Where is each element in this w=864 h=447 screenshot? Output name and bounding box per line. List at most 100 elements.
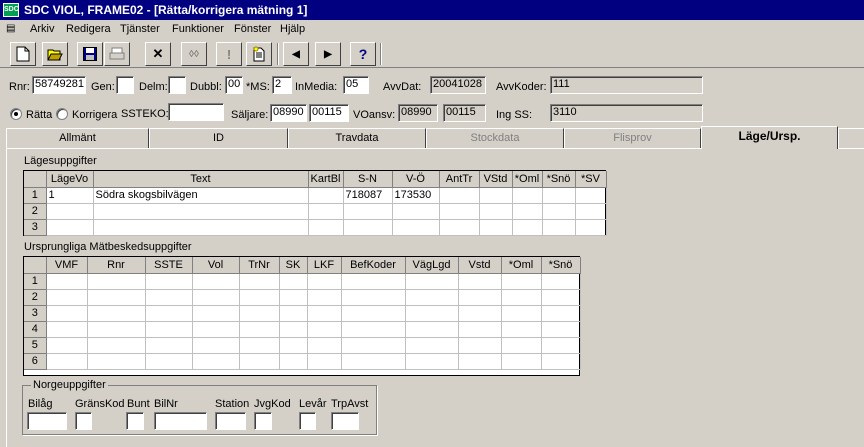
ursp-cell[interactable] (87, 353, 146, 370)
ursp-row-header[interactable]: 2 (24, 289, 47, 306)
ursp-cell[interactable] (501, 321, 542, 338)
ursp-cell[interactable] (307, 305, 342, 322)
saljare-field-2[interactable]: 00115 (309, 104, 349, 122)
bunt-field[interactable] (126, 412, 144, 430)
find-icon[interactable]: ◊◊ (181, 42, 207, 66)
ursp-cell[interactable] (87, 337, 146, 354)
ursp-cell[interactable] (307, 321, 342, 338)
ursp-row[interactable]: 6 (24, 353, 581, 370)
lage-cell[interactable] (46, 219, 94, 236)
ursp-col-trnr[interactable]: TrNr (239, 257, 280, 274)
lage-col-vo[interactable]: V-Ö (392, 171, 440, 188)
lage-cell[interactable] (392, 219, 440, 236)
ursp-cell[interactable] (46, 273, 88, 290)
ursp-cell[interactable] (87, 305, 146, 322)
ursp-cell[interactable] (145, 289, 193, 306)
ursp-col-sno[interactable]: *Snö (541, 257, 581, 274)
ursp-cell[interactable] (341, 337, 406, 354)
ursp-cell[interactable] (279, 289, 308, 306)
tab-id[interactable]: ID (149, 128, 288, 148)
ursp-cell[interactable] (192, 289, 240, 306)
bilag-field[interactable] (27, 412, 67, 430)
ursp-cell[interactable] (46, 321, 88, 338)
ursp-cell[interactable] (279, 353, 308, 370)
ursp-cell[interactable] (458, 305, 502, 322)
ursp-cell[interactable] (405, 273, 459, 290)
ursp-cell[interactable] (192, 321, 240, 338)
lage-col-sv[interactable]: *SV (575, 171, 607, 188)
lage-col-oml[interactable]: *Oml (512, 171, 543, 188)
dubbl-field[interactable]: 00 (225, 76, 243, 94)
granskod-field[interactable] (75, 412, 92, 430)
ursp-cell[interactable] (458, 289, 502, 306)
tab-allmant[interactable]: Allmänt (6, 128, 149, 148)
station-field[interactable] (215, 412, 246, 430)
lage-cell[interactable] (308, 203, 344, 220)
tab-overflow[interactable] (838, 128, 864, 148)
ursp-cell[interactable] (341, 289, 406, 306)
lage-cell[interactable] (46, 203, 94, 220)
saljare-field-1[interactable]: 08990 (270, 104, 307, 122)
lage-cell[interactable]: 1 (46, 187, 94, 204)
ursp-cell[interactable] (405, 305, 459, 322)
ursp-cell[interactable] (87, 289, 146, 306)
lage-cell[interactable] (575, 187, 607, 204)
ursp-cell[interactable] (405, 337, 459, 354)
lage-cell[interactable] (575, 219, 607, 236)
ursp-cell[interactable] (307, 337, 342, 354)
ursp-cell[interactable] (192, 337, 240, 354)
ursp-cell[interactable] (501, 337, 542, 354)
ursp-row-header[interactable]: 5 (24, 337, 47, 354)
ursp-row-header[interactable]: 1 (24, 273, 47, 290)
ursp-cell[interactable] (279, 305, 308, 322)
ursp-cell[interactable] (239, 305, 280, 322)
ursp-row[interactable]: 1 (24, 273, 581, 290)
close-x-icon[interactable]: ✕ (145, 42, 171, 66)
lage-cell[interactable] (542, 203, 576, 220)
ursp-cell[interactable] (307, 289, 342, 306)
lage-cell[interactable] (439, 219, 480, 236)
lage-cell[interactable] (439, 203, 480, 220)
lage-col-vstd[interactable]: VStd (479, 171, 513, 188)
lage-cell[interactable]: 173530 (392, 187, 440, 204)
menu-redigera[interactable]: Redigera (66, 23, 111, 35)
ursp-cell[interactable] (405, 353, 459, 370)
ursp-cell[interactable] (46, 353, 88, 370)
lage-cell[interactable] (512, 219, 543, 236)
ursp-col-vstd[interactable]: Vstd (458, 257, 502, 274)
lage-cell[interactable] (542, 187, 576, 204)
ms-field[interactable]: 2 (272, 76, 292, 94)
alert-icon[interactable]: ! (216, 42, 242, 66)
lage-cell[interactable] (575, 203, 607, 220)
ursp-cell[interactable] (279, 273, 308, 290)
lage-cell[interactable] (308, 219, 344, 236)
ursp-cell[interactable] (501, 353, 542, 370)
ursp-cell[interactable] (541, 321, 581, 338)
ursp-cell[interactable] (87, 321, 146, 338)
ratta-radio[interactable] (10, 108, 22, 120)
ursp-cell[interactable] (239, 337, 280, 354)
ursp-col-vaglgd[interactable]: VägLgd (405, 257, 459, 274)
document-icon[interactable] (246, 42, 272, 66)
ursp-cell[interactable] (145, 305, 193, 322)
ursp-row-header[interactable]: 3 (24, 305, 47, 322)
print-icon[interactable] (104, 42, 130, 66)
ursp-cell[interactable] (145, 353, 193, 370)
ursp-cell[interactable] (279, 321, 308, 338)
lage-row[interactable]: 2 (24, 203, 607, 220)
menu-tjanster[interactable]: Tjänster (120, 23, 160, 35)
lage-row-header[interactable]: 1 (24, 187, 47, 204)
lage-col-sno[interactable]: *Snö (542, 171, 576, 188)
ursp-row[interactable]: 5 (24, 337, 581, 354)
ursp-cell[interactable] (341, 305, 406, 322)
ursp-row-header[interactable]: 6 (24, 353, 47, 370)
bilnr-field[interactable] (154, 412, 207, 430)
ursp-row[interactable]: 4 (24, 321, 581, 338)
tab-travdata[interactable]: Travdata (288, 128, 426, 148)
lage-cell[interactable] (479, 203, 513, 220)
ursp-row[interactable]: 2 (24, 289, 581, 306)
lage-cell[interactable] (343, 203, 393, 220)
tab-flisprov[interactable]: Flisprov (564, 128, 701, 148)
ursp-cell[interactable] (501, 305, 542, 322)
ursp-cell[interactable] (192, 273, 240, 290)
